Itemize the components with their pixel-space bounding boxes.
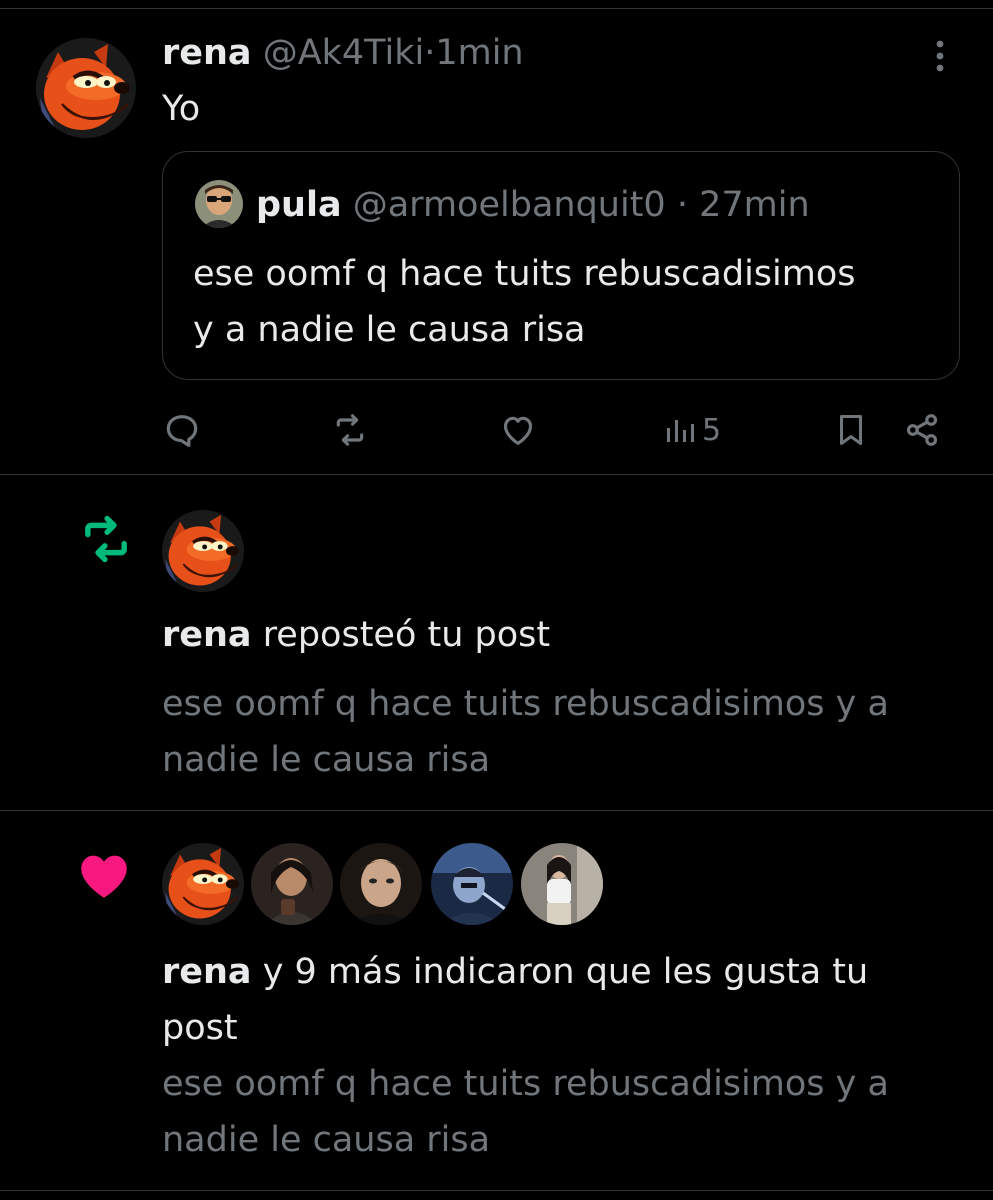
reply-icon	[166, 415, 198, 447]
more-options-icon[interactable]	[928, 38, 952, 78]
repost-icon	[336, 414, 364, 446]
liker-avatar[interactable]	[521, 843, 603, 925]
liker-avatar[interactable]	[251, 843, 333, 925]
views-button[interactable]: 5	[664, 410, 721, 450]
action-text: y 9 más indicaron que les gusta tu	[262, 952, 869, 992]
liker-avatar[interactable]	[162, 843, 244, 925]
action-text-continued: post	[162, 1008, 238, 1048]
bookmark-button[interactable]	[832, 410, 870, 450]
quoted-text-line: y a nadie le causa risa	[193, 310, 586, 350]
quoted-tweet-text: ese oomf q hace tuits rebuscadisimos y a…	[193, 246, 856, 358]
preview-line: nadie le causa risa	[162, 740, 491, 780]
quoted-header: pula @armoelbanquit0 · 27min	[256, 182, 810, 228]
like-button[interactable]	[498, 410, 538, 450]
quoted-tweet-card[interactable]: pula @armoelbanquit0 · 27min ese oomf q …	[162, 151, 960, 380]
like-notification-heart-icon	[76, 850, 132, 904]
share-icon	[906, 414, 938, 446]
post-preview: ese oomf q hace tuits rebuscadisimos y a…	[162, 1056, 889, 1168]
preview-line: nadie le causa risa	[162, 1120, 491, 1160]
quoted-text-line: ese oomf q hace tuits rebuscadisimos	[193, 254, 856, 294]
post-preview: ese oomf q hace tuits rebuscadisimos y a…	[162, 676, 889, 788]
reply-button[interactable]	[162, 410, 202, 450]
author-name[interactable]: rena	[162, 33, 252, 73]
author-handle[interactable]: @Ak4Tiki	[263, 33, 425, 73]
author-avatar[interactable]	[36, 38, 136, 138]
divider	[0, 1190, 993, 1191]
tweet-header: rena @Ak4Tiki·1min	[162, 30, 524, 76]
repost-button[interactable]	[330, 410, 370, 450]
heart-icon	[503, 416, 533, 445]
like-notification-title: rena y 9 más indicaron que les gusta tu …	[162, 944, 868, 1056]
dot-separator: ·	[676, 185, 688, 225]
actor-avatar[interactable]	[162, 510, 244, 592]
preview-line: ese oomf q hace tuits rebuscadisimos y a	[162, 1064, 889, 1104]
actor-name[interactable]: rena	[162, 952, 252, 992]
preview-line: ese oomf q hace tuits rebuscadisimos y a	[162, 684, 889, 724]
views-count: 5	[702, 412, 722, 448]
quoted-author-handle[interactable]: @armoelbanquit0	[353, 185, 666, 225]
bookmark-icon	[839, 415, 863, 445]
quoted-tweet-time: 27min	[699, 185, 810, 225]
repost-notification-icon	[78, 514, 134, 568]
tweet-time[interactable]: 1min	[435, 33, 523, 73]
liker-avatar[interactable]	[340, 843, 422, 925]
dot-separator: ·	[424, 33, 436, 73]
tweet-text: Yo	[162, 89, 201, 129]
share-button[interactable]	[902, 410, 942, 450]
repost-notification-title: rena reposteó tu post	[162, 612, 550, 658]
liker-avatar[interactable]	[431, 843, 513, 925]
actor-name[interactable]: rena	[162, 615, 252, 655]
action-text: reposteó tu post	[262, 615, 551, 655]
quoted-author-avatar[interactable]	[195, 180, 243, 228]
divider	[0, 474, 993, 475]
top-divider	[0, 8, 993, 9]
views-icon	[667, 420, 694, 442]
divider	[0, 810, 993, 811]
quoted-author-name[interactable]: pula	[256, 185, 342, 225]
